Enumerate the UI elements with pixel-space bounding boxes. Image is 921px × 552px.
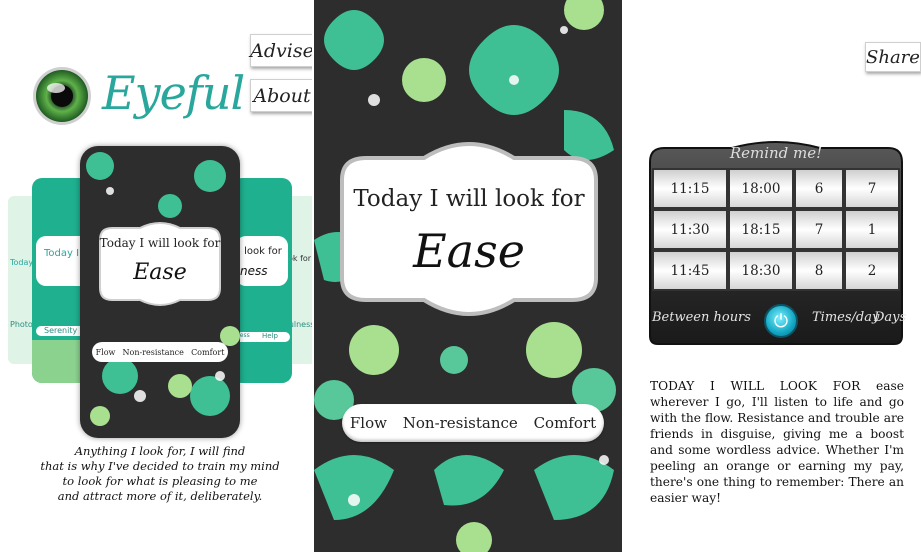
mini-pill-item: Flow xyxy=(95,347,116,357)
picker-cell[interactable]: 2 xyxy=(844,250,900,291)
tagline-line: that is why I've decided to train my min… xyxy=(40,459,280,473)
days-label: Days xyxy=(874,310,907,325)
times-day-label: Times/day xyxy=(812,310,880,325)
mini-pill-item: Non-resistance xyxy=(122,347,184,357)
logo-text: Eyeful xyxy=(102,66,245,120)
between-hours-label: Between hours xyxy=(652,310,751,325)
pill-item-non-resistance[interactable]: Non-resistance xyxy=(403,414,518,432)
card-mid-left-title: Today I xyxy=(44,248,80,259)
picker-cell[interactable]: 11:30 xyxy=(652,209,728,250)
card-mid-left-footer: Serenity xyxy=(44,326,78,335)
description-text: TODAY I WILL LOOK FOR ease wherever I go… xyxy=(650,379,904,505)
tagline-line: and attract more of it, deliberately. xyxy=(57,489,263,503)
picker-cell[interactable]: 18:15 xyxy=(728,209,794,250)
picker-cell[interactable]: 11:45 xyxy=(652,250,728,291)
remind-title: Remind me! xyxy=(729,144,823,162)
reminder-widget: Remind me! 11:15 18:00 6 7 11:30 18:15 7… xyxy=(642,140,910,345)
reminder-footer: Between hours ⏻ Times/day Days xyxy=(642,300,910,340)
tagline-line: Anything I look for, I will find xyxy=(74,444,246,458)
picker-cell[interactable]: 18:00 xyxy=(728,168,794,209)
time-picker-grid: 11:15 18:00 6 7 11:30 18:15 7 1 11:45 18… xyxy=(652,168,900,292)
mini-word-text: Ease xyxy=(133,260,187,285)
card-back-left-footer: Photo xyxy=(10,320,33,329)
eye-logo-icon xyxy=(33,67,91,125)
mini-pill-item: Comfort xyxy=(191,347,225,357)
synonym-pill: Flow Non-resistance Comfort xyxy=(342,404,604,442)
front-phone-card: Today I will look for Ease Flow Non-resi… xyxy=(80,146,240,438)
card-mid-right-title: I look for xyxy=(238,246,282,257)
card-mid-right: I look for ness ness Help xyxy=(232,178,292,383)
plaque-frame xyxy=(340,142,598,316)
picker-cell[interactable]: 7 xyxy=(844,168,900,209)
picker-cell[interactable]: 11:15 xyxy=(652,168,728,209)
picker-cell[interactable]: 7 xyxy=(794,209,844,250)
picker-cell[interactable]: 8 xyxy=(794,250,844,291)
picker-cell[interactable]: 1 xyxy=(844,209,900,250)
tagline-line: to look for what is pleasing to me xyxy=(62,474,258,488)
picker-cell[interactable]: 6 xyxy=(794,168,844,209)
share-button[interactable]: Share xyxy=(865,42,921,72)
advise-button[interactable]: Advise xyxy=(250,34,312,67)
power-toggle-icon[interactable]: ⏻ xyxy=(764,304,798,338)
tagline: Anything I look for, I will find that is… xyxy=(40,444,280,504)
mini-pill: Flow Non-resistance Comfort xyxy=(92,342,228,362)
about-button[interactable]: About xyxy=(250,79,312,112)
left-panel: Advise About Eyeful Today Photo ok for f… xyxy=(0,0,312,552)
card-mid-right-word: ness xyxy=(240,264,268,278)
pill-item-flow[interactable]: Flow xyxy=(350,414,387,432)
pill-item-comfort[interactable]: Comfort xyxy=(534,414,597,432)
card-mid-right-footer-b: Help xyxy=(262,332,278,340)
right-panel: Share Remind me! 11:15 18:00 6 7 11:30 1… xyxy=(622,0,921,552)
mini-today-text: Today I will look for xyxy=(99,236,221,250)
picker-cell[interactable]: 18:30 xyxy=(728,250,794,291)
mini-plaque: Today I will look for Ease xyxy=(90,218,230,310)
card-back-left-title: Today xyxy=(10,258,34,267)
center-panel: Today I will look for Ease Flow Non-resi… xyxy=(314,0,622,552)
card-mid-right-plaque xyxy=(236,236,288,286)
